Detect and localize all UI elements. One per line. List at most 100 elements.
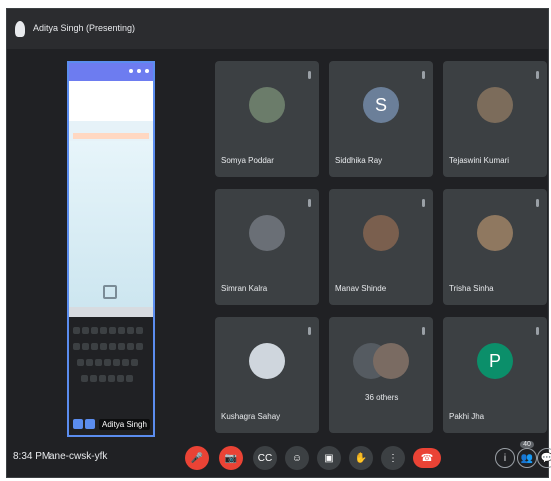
meet-window: Aditya Singh (Presenting) Aditya Singh S… [6,8,551,478]
participant-tile[interactable]: P Pakhi Jha [443,317,547,433]
key [73,343,80,350]
people-button[interactable]: 👥 40 [517,441,537,468]
hand-icon: ✋ [354,452,368,464]
camera-off-icon: 📷 [224,452,238,464]
key [118,327,125,334]
chat-icon: 💬 [540,452,551,464]
avatar [249,215,285,251]
key [86,359,93,366]
key [127,343,134,350]
participant-name: Kushagra Sahay [221,412,281,421]
key [100,327,107,334]
participant-name: Tejaswini Kumari [449,156,510,165]
participant-tile[interactable]: S Siddhika Ray [329,61,433,177]
mic-off-icon [536,71,539,79]
clock-time: 8:34 PM [13,451,51,462]
key [82,343,89,350]
avatar [363,215,399,251]
stage-presenter-label: Aditya Singh [99,419,150,430]
key [136,343,143,350]
others-tile[interactable]: 36 others [329,317,433,433]
present-icon: ▣ [324,452,334,464]
participant-tile[interactable]: Tejaswini Kumari [443,61,547,177]
status-icon [137,69,141,73]
leave-call-button[interactable]: ☎ [413,448,441,468]
screen-share-stage: Aditya Singh [67,61,155,437]
key [127,327,134,334]
phone-strip [73,133,149,139]
mic-toggle-button[interactable]: 🎤 [185,446,209,470]
avatar [477,215,513,251]
participant-name: Pakhi Jha [449,412,485,421]
key [91,327,98,334]
participant-name: Siddhika Ray [335,156,383,165]
meeting-code: ane-cwsk-yfk [49,451,108,462]
mic-off-icon: 🎤 [190,452,204,464]
key [108,375,115,382]
people-icon: 👥 [520,452,534,464]
phone-center-icon [103,285,117,299]
mic-off-icon [536,327,539,335]
avatar-letter: S [363,87,399,123]
key [95,359,102,366]
topbar: Aditya Singh (Presenting) [7,9,548,49]
participant-tile[interactable]: Somya Poddar [215,61,319,177]
participant-name: Trisha Sinha [449,284,494,293]
status-icon [145,69,149,73]
mic-off-icon [422,327,425,335]
raise-hand-button[interactable]: ✋ [349,446,373,470]
more-icon: ⋮ [388,452,398,464]
mic-off-icon [536,199,539,207]
key [91,343,98,350]
participant-name: Manav Shinde [335,284,387,293]
avatar [249,343,285,379]
key [131,359,138,366]
participant-tile[interactable]: Manav Shinde [329,189,433,305]
participant-name: Somya Poddar [221,156,274,165]
people-count: 40 [520,441,534,448]
key [117,375,124,382]
key [113,359,120,366]
captions-icon: CC [257,452,273,464]
participant-tile[interactable]: Trisha Sinha [443,189,547,305]
emoji-icon: ☺ [291,452,303,464]
status-icon [129,69,133,73]
avatar [249,87,285,123]
mic-off-icon [308,199,311,207]
participant-tile[interactable]: Simran Kalra [215,189,319,305]
key [73,327,80,334]
stage-mic-icon[interactable] [73,419,83,429]
participant-name: Simran Kalra [221,284,268,293]
chat-button[interactable]: 💬 [537,448,551,468]
key [77,359,84,366]
key [122,359,129,366]
key [126,375,133,382]
more-options-button[interactable]: ⋮ [381,446,405,470]
key [109,327,116,334]
phone-keyboard [69,317,153,435]
phone-header [69,81,153,121]
captions-button[interactable]: CC [253,446,277,470]
bottom-control-bar: 8:34 PM ane-cwsk-yfk 🎤 📷 CC ☺ ▣ ✋ ⋮ ☎ i … [7,439,551,477]
phone-status-bar [69,63,153,81]
mic-off-icon [308,71,311,79]
key [118,343,125,350]
key [100,343,107,350]
camera-toggle-button[interactable]: 📷 [219,446,243,470]
info-button[interactable]: i [495,448,515,468]
avatar [373,343,409,379]
key [104,359,111,366]
raised-hand-icon [15,21,25,37]
presenter-label: Aditya Singh (Presenting) [33,23,136,33]
avatar-letter: P [477,343,513,379]
stage-pin-icon[interactable] [85,419,95,429]
info-icon: i [503,452,507,464]
phone-input [69,307,153,317]
present-button[interactable]: ▣ [317,446,341,470]
key [136,327,143,334]
emoji-button[interactable]: ☺ [285,446,309,470]
key [90,375,97,382]
key [82,327,89,334]
phone-chat [69,141,153,307]
participant-tile[interactable]: Kushagra Sahay [215,317,319,433]
